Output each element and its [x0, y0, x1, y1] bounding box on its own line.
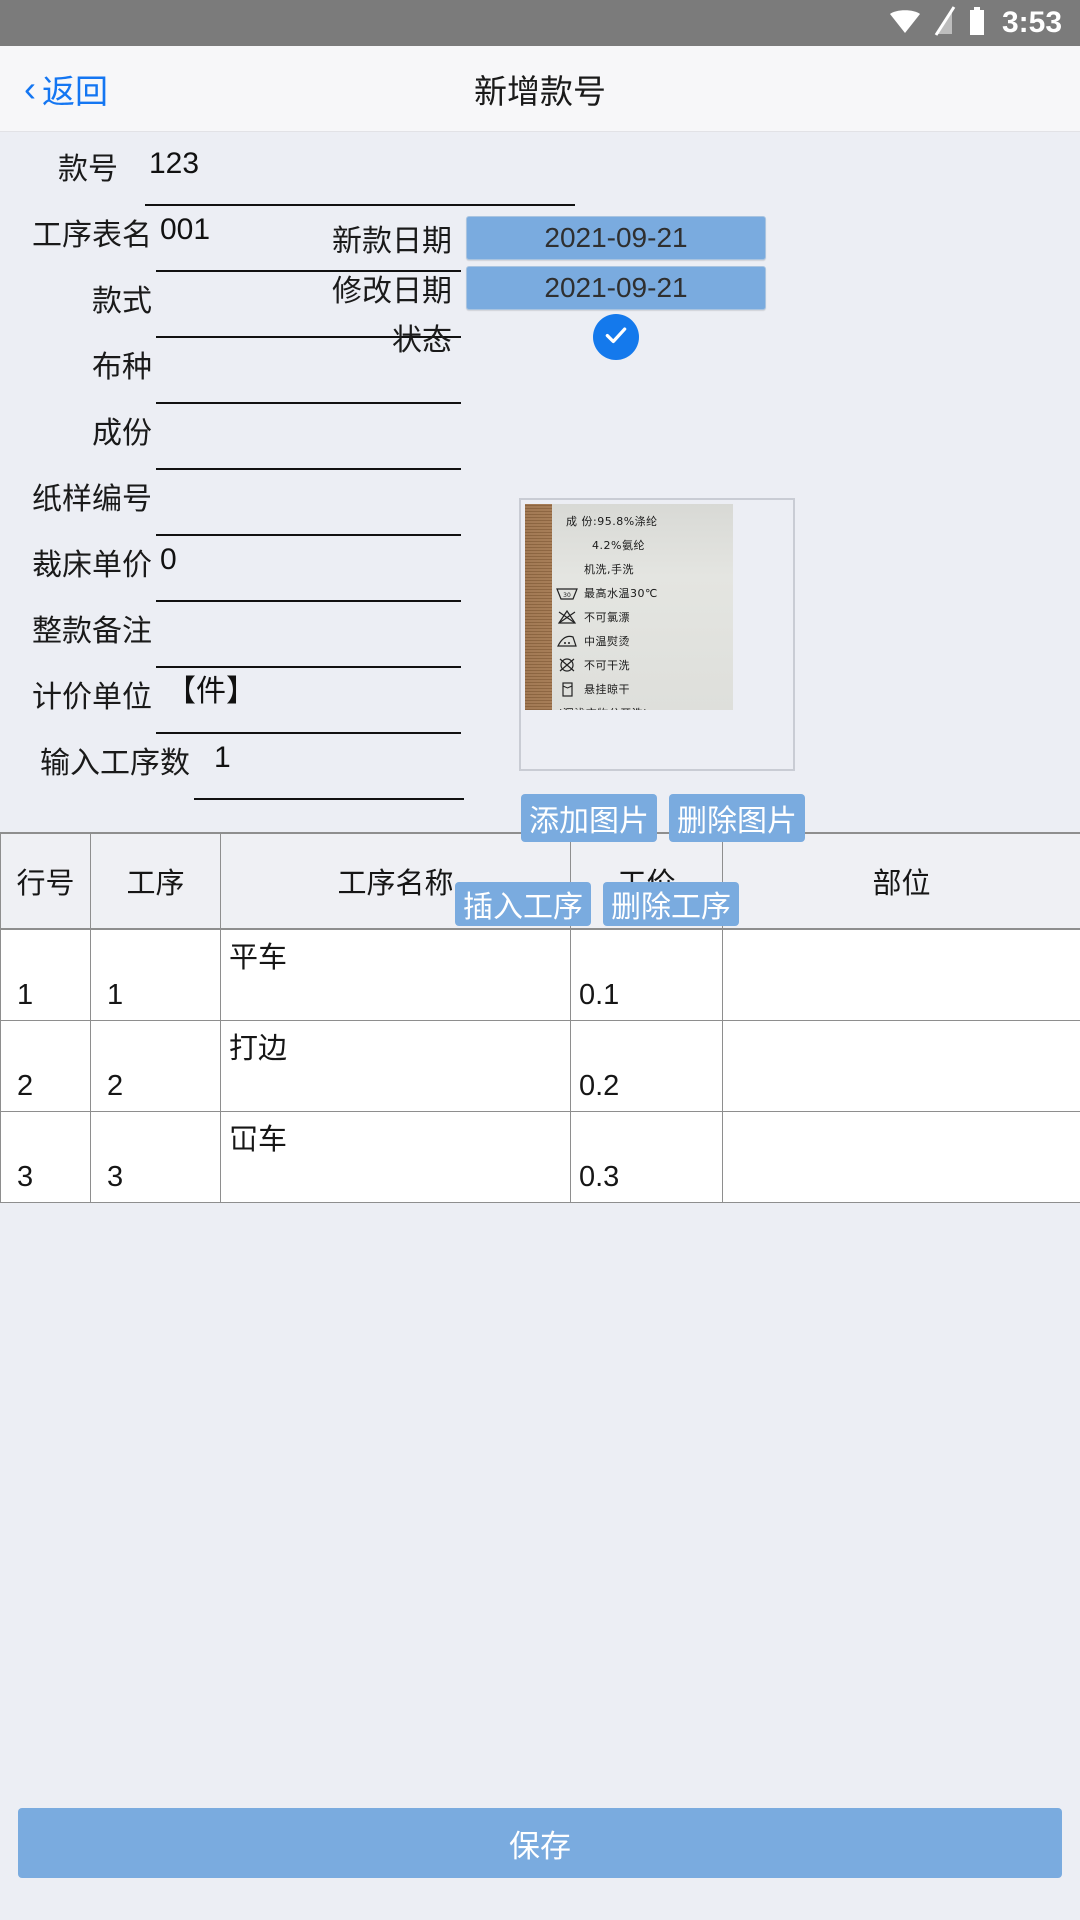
table-row[interactable]: 1 1 平车 0.1 [0, 928, 1080, 1021]
field-value-chengfen[interactable] [156, 408, 461, 470]
form-area: 款号 123 工序表名 001 款式 布种 成份 纸样编号 裁床单价 0 整款备… [0, 132, 1080, 926]
wifi-icon [888, 6, 922, 41]
field-row-caichuangdanjia: 裁床单价 0 [0, 540, 461, 602]
cell-seq[interactable]: 2 [90, 1019, 221, 1112]
care-label-footer: (深浅衣物分开洗) [554, 701, 729, 711]
back-button[interactable]: ‹ 返回 [24, 65, 108, 113]
field-row-kuanhao: 款号 123 [0, 144, 575, 206]
care-label-line: 中温熨烫 [554, 629, 729, 653]
field-row-shuruzongxushu: 输入工序数 1 [0, 738, 464, 800]
cell-seq[interactable]: 1 [90, 928, 221, 1021]
field-value-kuanhao[interactable]: 123 [145, 144, 575, 206]
cell-index: 3 [0, 1110, 91, 1203]
care-label-line: 悬挂晾干 [554, 677, 729, 701]
modify-date-button[interactable]: 2021-09-21 [466, 266, 766, 310]
status-bar-icons [888, 5, 986, 41]
cell-index: 2 [0, 1019, 91, 1112]
cell-price[interactable]: 0.2 [570, 1019, 723, 1112]
field-row-zhiyangbianhao: 纸样编号 [0, 474, 461, 536]
cell-price[interactable]: 0.3 [570, 1110, 723, 1203]
field-value-shuruzongxushu[interactable]: 1 [194, 738, 464, 800]
status-bar-clock: 3:53 [1001, 6, 1062, 39]
new-style-date-button[interactable]: 2021-09-21 [466, 216, 766, 260]
field-label-zhuangtai: 状态 [392, 324, 452, 357]
field-label-buzhong: 布种 [92, 351, 152, 384]
care-label-line: 成 份:95.8%涤纶 [566, 514, 658, 528]
cell-name[interactable]: 打边 [220, 1019, 571, 1112]
care-label-tag: 成 份:95.8%涤纶 4.2%氨纶 机洗,手洗 30 最高水温30℃ 不可氯漂… [552, 504, 733, 710]
care-label-line: 不可干洗 [554, 653, 729, 677]
field-label-xinkuanriqi: 新款日期 [332, 225, 452, 258]
cell-name[interactable]: 平车 [220, 928, 571, 1021]
save-bar: 保存 [0, 1808, 1080, 1878]
delete-image-button[interactable]: 删除图片 [669, 794, 805, 842]
no-bleach-icon [554, 609, 580, 625]
check-circle-icon [603, 322, 629, 353]
cell-price[interactable]: 0.1 [570, 928, 723, 1021]
back-button-label: 返回 [42, 72, 108, 110]
col-header-seq: 工序 [90, 832, 221, 930]
table-row[interactable]: 2 2 打边 0.2 [0, 1019, 1080, 1112]
image-preview-box[interactable]: 成 份:95.8%涤纶 4.2%氨纶 机洗,手洗 30 最高水温30℃ 不可氯漂… [519, 498, 795, 771]
care-label-line: 30 最高水温30℃ [554, 581, 729, 605]
add-image-button[interactable]: 添加图片 [521, 794, 657, 842]
no-dryclean-icon [554, 657, 580, 673]
field-row-chengfen: 成份 [0, 408, 461, 470]
cell-index: 1 [0, 928, 91, 1021]
image-action-buttons: 添加图片 删除图片 [521, 794, 805, 842]
cell-part[interactable] [722, 1019, 1080, 1112]
field-label-zhiyangbianhao: 纸样编号 [32, 483, 152, 516]
field-value-caichuangdanjia[interactable]: 0 [156, 540, 461, 602]
hang-dry-icon [554, 681, 580, 697]
insert-process-button[interactable]: 插入工序 [455, 882, 591, 926]
care-label-line: 机洗,手洗 [584, 562, 634, 576]
svg-text:30: 30 [563, 592, 571, 599]
field-label-jijiadanwei: 计价单位 [32, 681, 152, 714]
field-label-kuanshi: 款式 [92, 285, 152, 318]
field-value-zhiyangbianhao[interactable] [156, 474, 461, 536]
field-row-xinkuanriqi: 新款日期 2021-09-21 [300, 216, 766, 260]
chevron-left-icon: ‹ [24, 67, 36, 109]
field-label-gongxubiaoming: 工序表名 [32, 219, 152, 252]
field-label-caichuangdanjia: 裁床单价 [32, 549, 152, 582]
wash-30-icon: 30 [554, 585, 580, 601]
delete-process-button[interactable]: 删除工序 [603, 882, 739, 926]
cell-part[interactable] [722, 1110, 1080, 1203]
field-row-zhengkuanbeizhu: 整款备注 [0, 606, 461, 668]
cell-seq[interactable]: 3 [90, 1110, 221, 1203]
field-label-zhengkuanbeizhu: 整款备注 [32, 615, 152, 648]
field-row-zhuangtai: 状态 [300, 314, 639, 360]
field-label-xiugairiqi: 修改日期 [332, 275, 452, 308]
field-value-jijiadanwei[interactable]: 【件】 [156, 672, 461, 734]
cell-name[interactable]: 冚车 [220, 1110, 571, 1203]
process-action-buttons: 插入工序 删除工序 [455, 882, 739, 926]
status-checkbox[interactable] [593, 314, 639, 360]
battery-icon [968, 6, 986, 41]
care-label-line: 4.2%氨纶 [592, 538, 645, 552]
field-label-chengfen: 成份 [92, 417, 152, 450]
field-row-jijiadanwei: 计价单位 【件】 [0, 672, 461, 734]
iron-medium-icon [554, 633, 580, 649]
col-header-part: 部位 [722, 832, 1080, 930]
care-label-photo: 成 份:95.8%涤纶 4.2%氨纶 机洗,手洗 30 最高水温30℃ 不可氯漂… [525, 504, 733, 710]
save-button[interactable]: 保存 [18, 1808, 1062, 1878]
status-bar: 3:53 [0, 0, 1080, 46]
table-row[interactable]: 3 3 冚车 0.3 [0, 1110, 1080, 1203]
app-bar: ‹ 返回 新增款号 [0, 46, 1080, 132]
field-row-xiugaiiriqi: 修改日期 2021-09-21 [300, 266, 766, 310]
field-value-zhengkuanbeizhu[interactable] [156, 606, 461, 668]
field-label-kuanhao: 款号 [58, 153, 118, 186]
signal-icon [934, 5, 956, 41]
col-header-index: 行号 [0, 832, 91, 930]
page-title: 新增款号 [474, 72, 606, 110]
field-label-shuruzongxushu: 输入工序数 [40, 747, 190, 780]
cell-part[interactable] [722, 928, 1080, 1021]
process-table-body: 1 1 平车 0.1 2 2 打边 0.2 3 3 冚车 0.3 [0, 928, 1080, 1203]
care-label-line: 不可氯漂 [554, 605, 729, 629]
